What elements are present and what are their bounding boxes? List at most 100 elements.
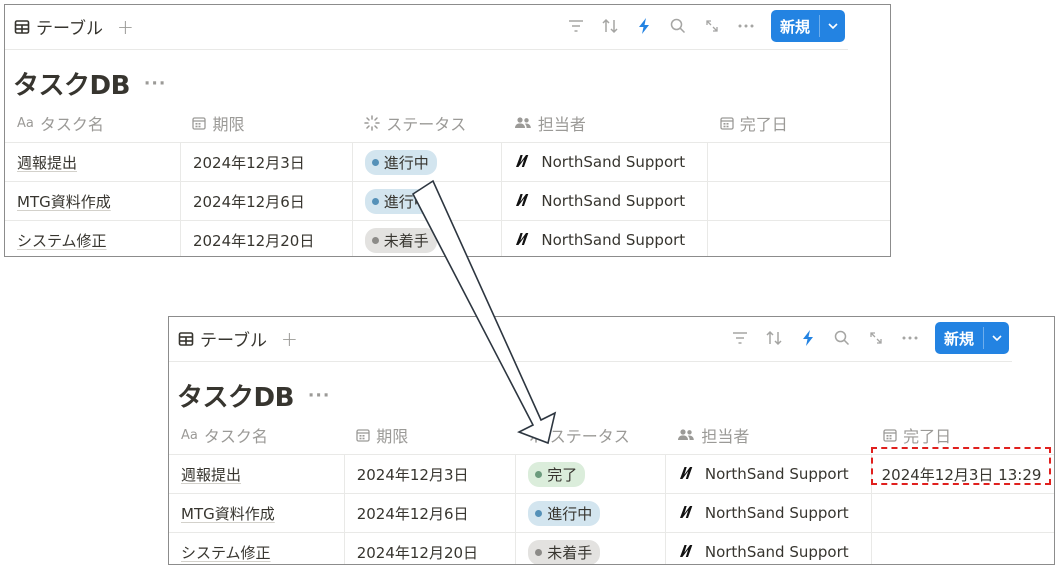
cell-assignee[interactable]: NorthSand Support [501,181,708,221]
cell-task-name[interactable]: 週報提出 [169,454,345,494]
cell-task-name[interactable]: システム修正 [5,221,180,257]
status-wrap: 未着手 [353,227,501,253]
automation-bolt-icon[interactable] [627,11,661,41]
cell-deadline[interactable]: 2024年12月20日 [343,532,516,564]
status-label: 完了 [547,465,578,484]
cell-status[interactable]: 進行中 [515,493,666,533]
column-header-assignee[interactable]: 担当者 [665,416,872,455]
database-title[interactable]: タスクDB ··· [13,65,166,102]
search-icon[interactable] [661,11,695,41]
column-header-done-date[interactable]: 完了日 [707,104,890,143]
cell-status[interactable]: 進行中 [351,181,502,221]
status-label: 未着手 [547,543,593,562]
database-title[interactable]: タスクDB ··· [177,377,330,414]
chevron-down-icon[interactable] [820,10,845,42]
column-header-label: ステータス [386,115,467,134]
view-tab-table[interactable]: テーブル + [178,326,298,351]
view-tab-label: テーブル [36,19,103,39]
column-header-status[interactable]: ステータス [352,104,502,143]
cell-done-date[interactable] [870,493,1054,533]
cell-task-name[interactable]: システム修正 [169,533,344,565]
assignee-wrap: NorthSand Support [503,192,707,211]
column-header-deadline[interactable]: 期限 [344,416,516,455]
table-view-icon [178,331,194,347]
cell-deadline[interactable]: 2024年12月6日 [179,181,353,221]
column-header-deadline[interactable]: 期限 [180,104,353,143]
done-date-highlight-box [871,447,1051,485]
automation-bolt-icon[interactable] [791,323,825,353]
cell-status[interactable]: 進行中 [351,142,502,182]
deadline-wrap: 2024年12月3日 [181,152,351,173]
new-button[interactable]: 新規 [934,322,1009,354]
new-button[interactable]: 新規 [770,10,845,42]
task-name: MTG資料作成 [17,192,111,211]
deadline-value: 2024年12月20日 [356,543,479,562]
date-property-icon [192,116,207,130]
cell-done-date[interactable] [707,142,890,182]
expand-icon[interactable] [859,323,893,353]
table-header-row: Aa タスク名 期限 ステータス 担当者 完了日 [5,104,890,143]
add-view-icon[interactable]: + [117,15,134,39]
status-property-icon [364,115,380,131]
cell-assignee[interactable]: NorthSand Support [664,532,872,564]
assignee-avatar-icon [514,153,534,172]
column-header-label: 期限 [212,115,245,134]
table-row[interactable]: MTG資料作成 2024年12月6日 進行中 NorthSand Support [169,493,1054,533]
cell-status[interactable]: 未着手 [351,220,502,256]
cell-done-date[interactable] [870,532,1054,564]
date-property-icon [356,428,370,442]
cell-assignee[interactable]: NorthSand Support [664,493,872,533]
deadline-wrap: 2024年12月20日 [181,230,351,251]
column-header-label: 担当者 [701,427,750,446]
table-row[interactable]: システム修正 2024年12月20日 未着手 NorthSand Support [5,220,890,257]
more-options-icon[interactable] [729,11,763,41]
cell-status[interactable]: 未着手 [515,532,666,564]
table-row[interactable]: 週報提出 2024年12月3日 進行中 NorthSand Support [5,142,890,182]
cell-assignee[interactable]: NorthSand Support [664,454,872,494]
column-header-content: 完了日 [871,423,1054,447]
sort-icon[interactable] [593,11,627,41]
task-name: システム修正 [181,543,271,562]
status-wrap: 進行中 [517,500,665,526]
view-tab-table[interactable]: テーブル + [14,14,134,39]
table-row[interactable]: MTG資料作成 2024年12月6日 進行中 NorthSand Support [5,181,890,221]
table-row[interactable]: システム修正 2024年12月20日 未着手 NorthSand Support [169,532,1054,565]
cell-deadline[interactable]: 2024年12月6日 [343,493,516,533]
cell-status[interactable]: 完了 [515,454,666,494]
column-header-label: タスク名 [203,427,268,446]
task-name-wrap: 週報提出 [169,464,344,485]
cell-deadline[interactable]: 2024年12月3日 [179,142,353,182]
column-header-task-name[interactable]: Aa タスク名 [5,104,181,143]
cell-done-date[interactable] [707,181,890,221]
cell-done-date[interactable] [707,220,890,256]
column-header-content: ステータス [352,111,502,135]
search-icon[interactable] [825,323,859,353]
more-options-icon[interactable] [893,323,927,353]
expand-icon[interactable] [695,11,729,41]
deadline-wrap: 2024年12月3日 [345,464,515,485]
column-header-task-name[interactable]: Aa タスク名 [169,416,345,455]
column-header-assignee[interactable]: 担当者 [501,104,708,143]
title-more-icon[interactable]: ··· [144,74,166,94]
cell-task-name[interactable]: MTG資料作成 [169,493,345,533]
cell-assignee[interactable]: NorthSand Support [501,220,708,256]
status-dot-icon [535,548,543,556]
chevron-down-icon[interactable] [984,322,1009,354]
add-view-icon[interactable]: + [281,327,298,351]
filter-icon[interactable] [559,11,593,41]
assignee-wrap: NorthSand Support [666,465,870,484]
column-header-status[interactable]: ステータス [515,416,666,455]
cell-assignee[interactable]: NorthSand Support [501,142,708,182]
table-before-panel: テーブル + 新規 タスクDB ··· Aa タスク名 期限 ステータス 担当者… [4,4,891,257]
cell-deadline[interactable]: 2024年12月3日 [343,454,516,494]
cell-task-name[interactable]: 週報提出 [5,142,181,182]
date-property-icon [883,428,897,442]
column-header-content: Aa タスク名 [169,423,344,447]
cell-deadline[interactable]: 2024年12月20日 [179,220,353,256]
sort-icon[interactable] [757,323,791,353]
title-more-icon[interactable]: ··· [308,386,330,406]
cell-task-name[interactable]: MTG資料作成 [5,181,181,221]
new-button-label: 新規 [943,329,974,348]
column-header-label: ステータス [549,427,630,446]
filter-icon[interactable] [723,323,757,353]
